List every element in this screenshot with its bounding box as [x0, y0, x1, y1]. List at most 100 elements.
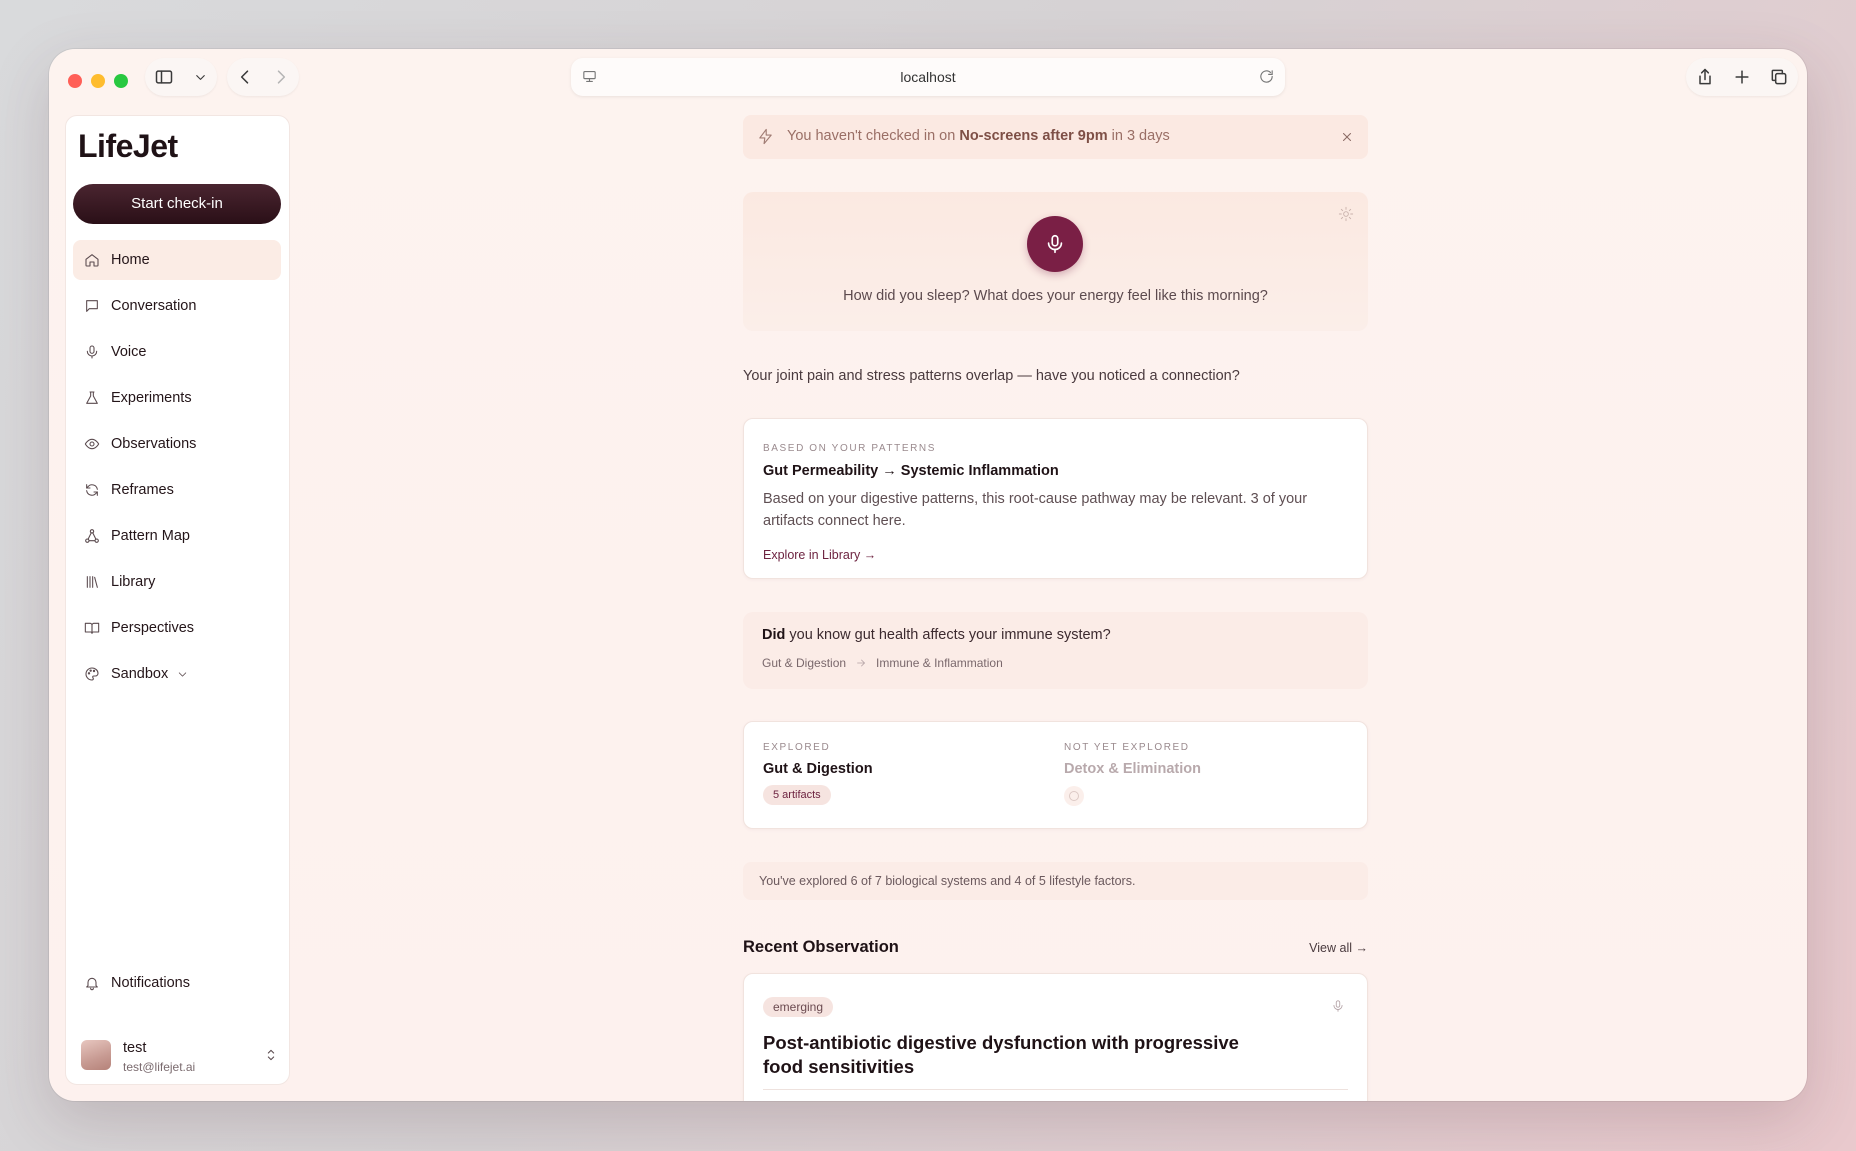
flask-icon	[86, 391, 98, 404]
minimize-window-button[interactable]	[91, 74, 105, 88]
chevron-down-icon[interactable]	[193, 70, 208, 85]
divider	[763, 1089, 1348, 1090]
sidebar-item-label: Voice	[111, 344, 147, 360]
reload-icon[interactable]	[1258, 68, 1275, 85]
sidebar-item-label: Experiments	[111, 390, 192, 406]
sidebar-toggle-icon[interactable]	[154, 67, 174, 87]
avatar	[81, 1040, 111, 1070]
lightning-icon	[759, 128, 772, 145]
browser-window: localhost LifeJet Start check-in Home Co…	[49, 49, 1807, 1101]
checkin-reminder-banner: You haven't checked in on No-screens aft…	[743, 115, 1368, 159]
unexplored-system[interactable]: Not yet explored Detox & Elimination	[1064, 742, 1201, 811]
sidebar-item-reframes[interactable]: Reframes	[73, 470, 281, 510]
fact-path: Gut & Digestion Immune & Inflammation	[762, 656, 1003, 670]
sidebar-item-label: Conversation	[111, 298, 197, 314]
pattern-description: Based on your digestive patterns, this r…	[763, 491, 1308, 529]
new-tab-icon[interactable]	[1732, 67, 1752, 87]
close-window-button[interactable]	[68, 74, 82, 88]
pattern-title: Gut Permeability → Systemic Inflammation	[763, 463, 1059, 479]
main-nav: Home Conversation Voice Experiments Obse…	[73, 240, 281, 700]
section-title: Recent Observation	[743, 938, 899, 956]
home-icon	[85, 254, 99, 267]
record-voice-button[interactable]	[1027, 216, 1083, 272]
browser-toolbar: localhost	[49, 49, 1807, 115]
insight-question: Your joint pain and stress patterns over…	[743, 368, 1240, 384]
pattern-suggestion-card: Based on your patterns Gut Permeability …	[743, 418, 1368, 579]
fact-lead: Did	[762, 627, 786, 643]
chevron-down-icon[interactable]	[176, 668, 189, 681]
close-icon[interactable]	[1340, 130, 1354, 144]
sidebar-item-label: Reframes	[111, 482, 174, 498]
back-arrow-icon[interactable]	[235, 67, 255, 87]
sidebar-item-label: Perspectives	[111, 620, 195, 636]
status-badge: emerging	[763, 997, 834, 1017]
sidebar-item-label: Pattern Map	[111, 528, 190, 544]
sidebar-item-label: Observations	[111, 436, 197, 452]
voice-prompt: How did you sleep? What does your energy…	[843, 288, 1268, 304]
sidebar-item-library[interactable]: Library	[73, 562, 281, 602]
sidebar-item-label: Home	[111, 252, 150, 268]
tab-overview-icon[interactable]	[1769, 67, 1789, 87]
systems-exploration-card: Explored Gut & Digestion 5 artifacts Not…	[743, 721, 1368, 829]
sidebar-item-label: Sandbox	[111, 666, 169, 682]
explored-system[interactable]: Explored Gut & Digestion 5 artifacts	[763, 742, 873, 805]
sidebar-item-notifications[interactable]: Notifications	[73, 963, 281, 1003]
artifacts-badge: 5 artifacts	[763, 785, 831, 805]
url-text: localhost	[900, 69, 956, 85]
fact-to: Immune & Inflammation	[876, 656, 1003, 670]
sidebar-item-label: Notifications	[111, 975, 190, 991]
user-email: test@lifejet.ai	[123, 1060, 196, 1074]
observation-card[interactable]: emerging Post-antibiotic digestive dysfu…	[743, 973, 1368, 1101]
chat-icon	[86, 300, 98, 312]
voice-checkin-card: How did you sleep? What does your energy…	[743, 192, 1368, 331]
user-menu[interactable]: test test@lifejet.ai	[81, 1038, 281, 1074]
share-icon[interactable]	[1695, 67, 1715, 87]
refresh-icon	[86, 484, 98, 496]
app-logo[interactable]: LifeJet	[78, 128, 178, 165]
sidebar-item-sandbox[interactable]: Sandbox	[73, 654, 281, 694]
did-you-know-card[interactable]: Did you know gut health affects your imm…	[743, 612, 1368, 689]
maximize-window-button[interactable]	[114, 74, 128, 88]
reminder-habit: No-screens after 9pm	[959, 128, 1108, 144]
eye-icon	[84, 438, 100, 450]
arrow-right-icon	[857, 659, 865, 667]
recent-observation-header: Recent Observation View all →	[743, 938, 1368, 962]
bell-icon	[86, 977, 98, 991]
start-checkin-button[interactable]: Start check-in	[73, 184, 281, 224]
mic-icon	[86, 345, 98, 359]
history-nav-group	[227, 58, 299, 96]
unexplored-label: Not yet explored	[1064, 742, 1190, 753]
reminder-suffix: in 3 days	[1107, 128, 1170, 144]
sidebar-item-perspectives[interactable]: Perspectives	[73, 608, 281, 648]
user-name: test	[123, 1040, 147, 1056]
palette-icon	[85, 667, 99, 681]
sidebar-item-pattern-map[interactable]: Pattern Map	[73, 516, 281, 556]
sidebar-item-conversation[interactable]: Conversation	[73, 286, 281, 326]
app-sidebar: LifeJet Start check-in Home Conversation…	[65, 115, 290, 1085]
unexplored-title: Detox & Elimination	[1064, 761, 1201, 777]
sun-icon[interactable]	[1338, 206, 1354, 222]
mic-icon	[1333, 1000, 1343, 1012]
pattern-eyebrow: Based on your patterns	[763, 443, 937, 454]
sidebar-toggle-group	[145, 58, 217, 96]
fact-question: Did you know gut health affects your imm…	[762, 627, 1111, 643]
reminder-text: You haven't checked in on No-screens aft…	[787, 128, 1170, 144]
sidebar-item-voice[interactable]: Voice	[73, 332, 281, 372]
address-bar[interactable]: localhost	[571, 58, 1285, 96]
explored-title: Gut & Digestion	[763, 761, 873, 777]
explore-in-library-link[interactable]: Explore in Library →	[763, 548, 876, 562]
observation-title: Post-antibiotic digestive dysfunction wi…	[763, 1032, 1239, 1077]
mic-icon	[1047, 234, 1063, 254]
sidebar-item-home[interactable]: Home	[73, 240, 281, 280]
forward-arrow-icon[interactable]	[271, 67, 291, 87]
sidebar-item-experiments[interactable]: Experiments	[73, 378, 281, 418]
chevron-up-down-icon[interactable]	[263, 1047, 279, 1063]
sidebar-item-label: Library	[111, 574, 156, 590]
library-icon	[86, 576, 98, 588]
exploration-progress-note: You've explored 6 of 7 biological system…	[743, 862, 1368, 900]
view-all-link[interactable]: View all →	[1309, 941, 1368, 955]
explored-label: Explored	[763, 742, 831, 753]
fact-question-text: you know gut health affects your immune …	[785, 627, 1111, 643]
sidebar-item-observations[interactable]: Observations	[73, 424, 281, 464]
network-icon	[85, 529, 99, 543]
